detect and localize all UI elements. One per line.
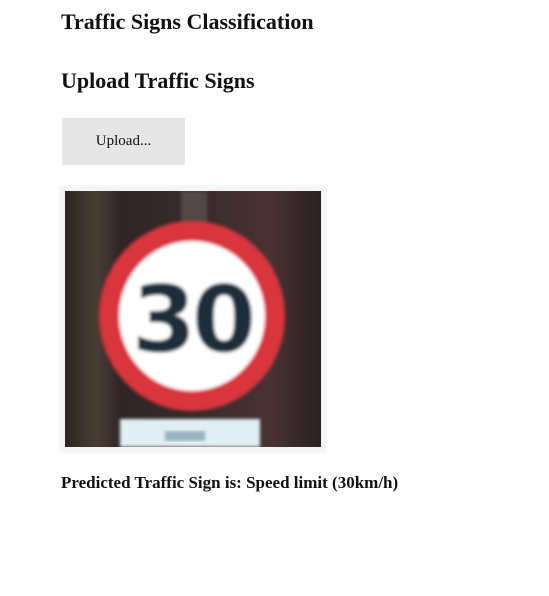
speed-limit-sign-image: 30 bbox=[65, 191, 321, 447]
upload-button[interactable]: Upload... bbox=[62, 118, 185, 165]
upload-section-heading: Upload Traffic Signs bbox=[61, 68, 255, 93]
page-title: Traffic Signs Classification bbox=[61, 9, 314, 34]
sign-digits: 30 bbox=[132, 266, 252, 373]
prediction-result: Predicted Traffic Sign is: Speed limit (… bbox=[61, 473, 399, 492]
uploaded-image-preview: 30 bbox=[60, 186, 326, 452]
